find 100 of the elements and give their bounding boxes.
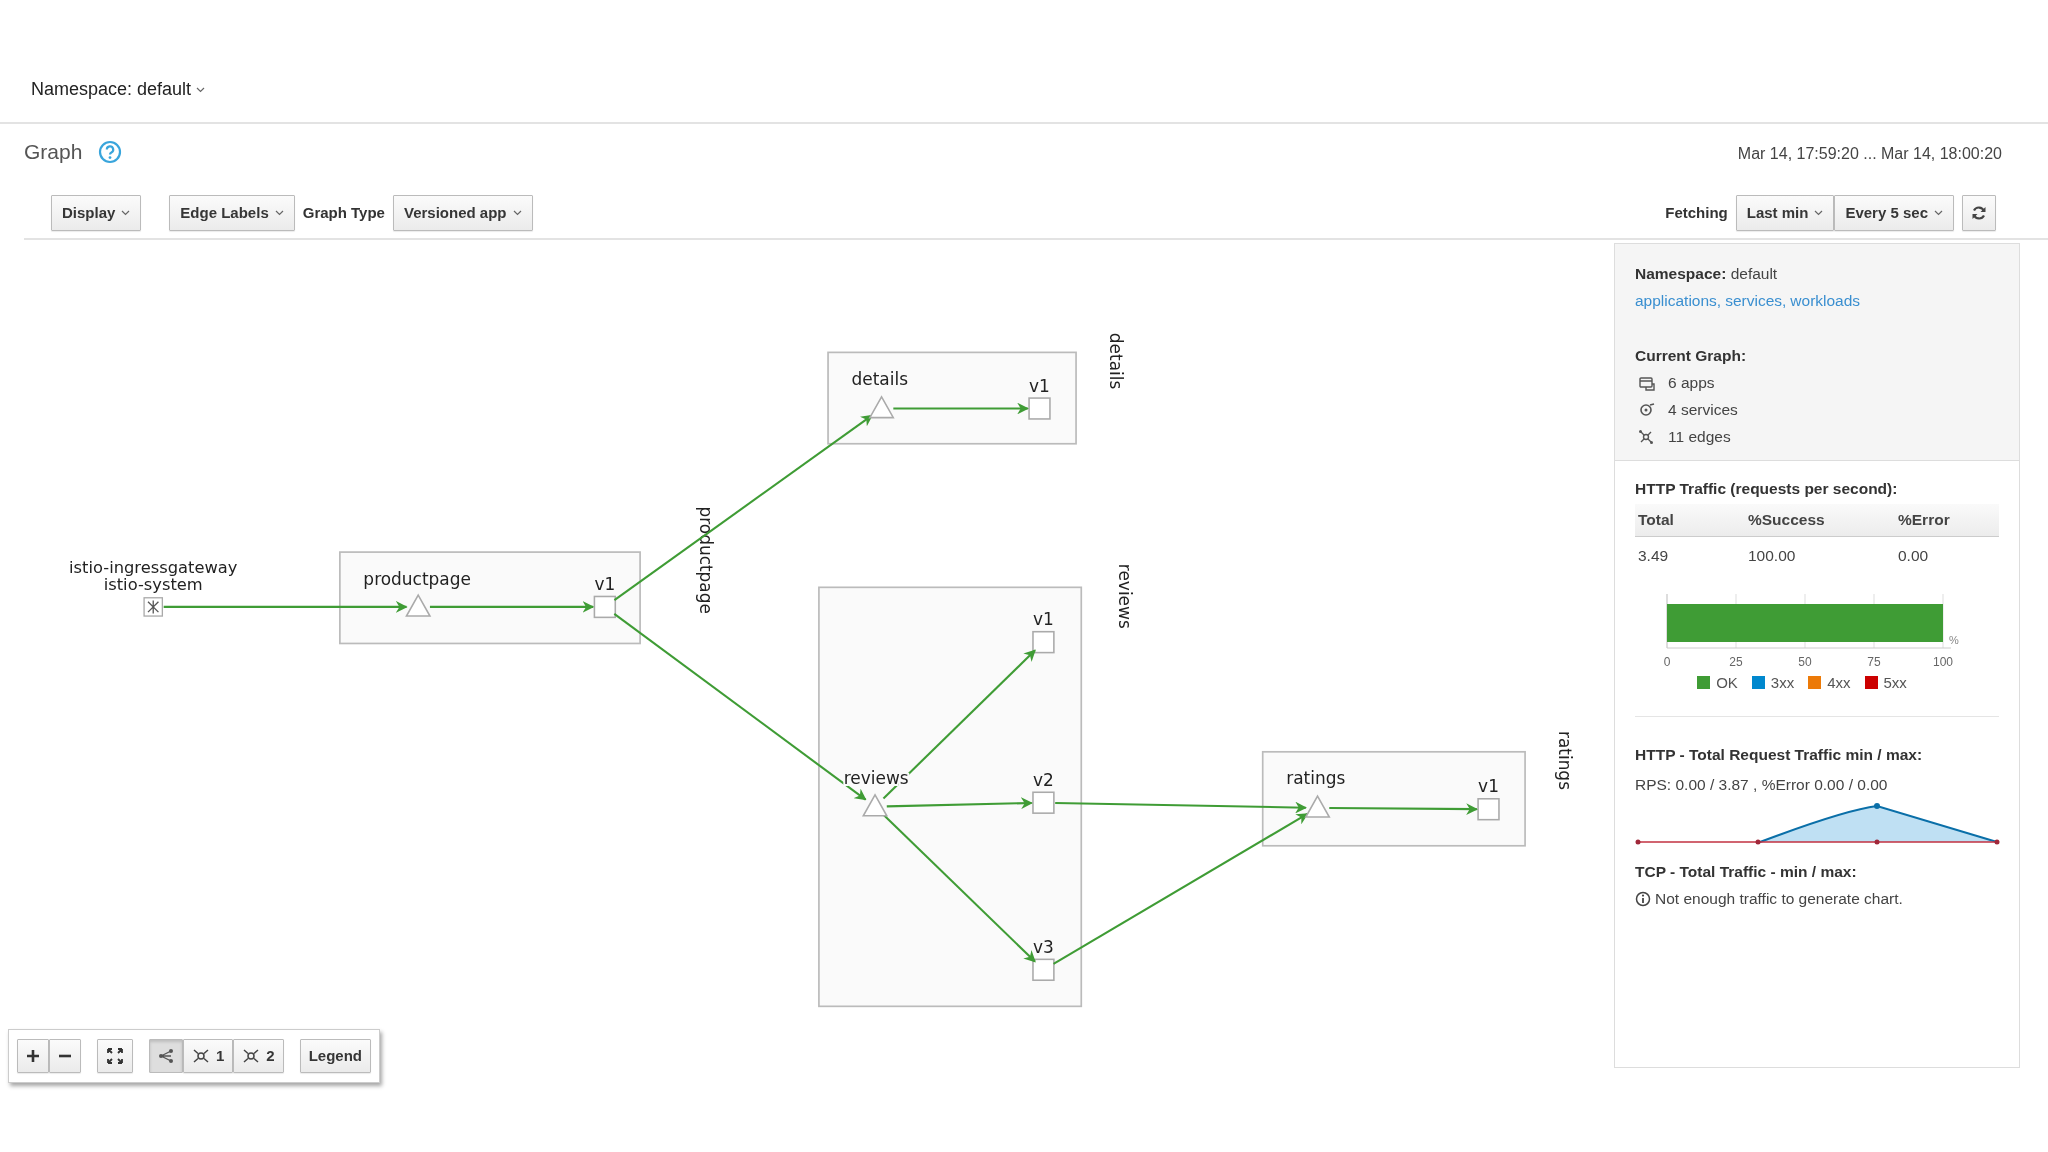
section-title: HTTP - Total Request Traffic min / max: bbox=[1635, 745, 1924, 766]
edge-arrow[interactable] bbox=[163, 601, 408, 613]
workload-node[interactable] bbox=[1477, 798, 1500, 821]
namespace-info: Namespace: default bbox=[1635, 264, 1779, 284]
edge-arrow[interactable] bbox=[1055, 801, 1307, 814]
legend-item: 3xx bbox=[1751, 671, 1795, 695]
edge-arrow[interactable] bbox=[886, 797, 1033, 810]
workload-node[interactable] bbox=[1032, 791, 1055, 814]
layout-button[interactable]: 1 bbox=[183, 1039, 234, 1073]
caret-icon bbox=[196, 86, 206, 93]
caret-icon bbox=[1814, 210, 1824, 216]
layout-button[interactable] bbox=[149, 1039, 183, 1073]
workload-node[interactable] bbox=[1032, 630, 1055, 654]
version-label: v1 bbox=[1033, 609, 1054, 630]
app-node[interactable] bbox=[405, 593, 432, 617]
section-title: Current Graph: bbox=[1635, 346, 1748, 366]
fit-icon bbox=[106, 1047, 124, 1065]
edge-arrow[interactable] bbox=[1329, 803, 1478, 815]
gateway-name: istio-ingressgateway bbox=[69, 558, 238, 577]
caret-icon bbox=[274, 210, 284, 216]
edge-arrow[interactable] bbox=[893, 402, 1029, 415]
gateway-node[interactable] bbox=[143, 597, 163, 617]
legend-button[interactable]: Legend bbox=[299, 1039, 372, 1073]
caret-icon bbox=[512, 210, 522, 216]
time-range: Mar 14, 17:59:20 ... Mar 14, 18:00:20 bbox=[1737, 144, 2002, 164]
table-cell-text: 3.49 bbox=[1637, 545, 1670, 566]
app-box[interactable] bbox=[827, 351, 1077, 445]
duration-dropdown[interactable]: Last min bbox=[1735, 195, 1835, 231]
app-label: details bbox=[851, 369, 909, 389]
app-box[interactable] bbox=[1261, 750, 1526, 847]
help-icon[interactable] bbox=[98, 139, 123, 164]
tick-label: 100 bbox=[1933, 654, 1953, 669]
app-box[interactable] bbox=[339, 551, 641, 645]
app-box[interactable] bbox=[818, 586, 1083, 1008]
graph-type-label: Graph Type bbox=[302, 202, 385, 223]
caret-icon bbox=[121, 210, 131, 216]
table-cell-text: 100.00 bbox=[1747, 545, 1797, 566]
dropdown-button[interactable]: Edge Labels bbox=[169, 195, 295, 231]
namespace-dropdown[interactable]: Namespace: default bbox=[31, 76, 206, 103]
refresh-icon bbox=[1971, 205, 1987, 221]
fetching-label: Fetching bbox=[1665, 202, 1728, 223]
workload-node[interactable] bbox=[1032, 958, 1055, 981]
network-icon bbox=[192, 1048, 210, 1064]
legend-item: OK bbox=[1697, 671, 1738, 695]
zoom-out-button[interactable] bbox=[49, 1039, 81, 1073]
legend-swatch bbox=[1751, 675, 1765, 689]
zoom-in-button[interactable] bbox=[17, 1039, 49, 1073]
legend-swatch bbox=[1808, 675, 1822, 689]
services-icon bbox=[1638, 401, 1656, 418]
refresh-interval-dropdown[interactable]: Every 5 sec bbox=[1834, 195, 1954, 231]
fit-button[interactable] bbox=[97, 1039, 133, 1073]
axis-label: % bbox=[1949, 633, 1959, 646]
page-title: Graph bbox=[24, 139, 83, 165]
version-label: v1 bbox=[1478, 776, 1499, 797]
box-label: ratings bbox=[1555, 730, 1575, 790]
tick-label: 75 bbox=[1867, 654, 1881, 669]
caret-icon bbox=[1934, 210, 1943, 216]
refresh-button[interactable] bbox=[1962, 195, 1996, 231]
layout-button[interactable]: 2 bbox=[233, 1039, 284, 1073]
network-icon bbox=[242, 1048, 261, 1064]
table-cell-text: 0.00 bbox=[1897, 545, 1930, 566]
box-label: reviews bbox=[1115, 563, 1136, 629]
app-label: ratings bbox=[1286, 768, 1346, 789]
edge-arrow[interactable] bbox=[429, 601, 595, 613]
tick-label: 50 bbox=[1798, 654, 1812, 669]
version-label: v3 bbox=[1033, 936, 1054, 957]
version-label: v1 bbox=[1029, 375, 1050, 396]
info-message: Not enough traffic to generate chart. bbox=[1655, 889, 1903, 909]
graph-count: 4 services bbox=[1668, 400, 1738, 420]
edge-arrow[interactable] bbox=[1053, 813, 1309, 965]
dropdown-button[interactable]: Versioned app bbox=[392, 195, 533, 231]
tick-label: 25 bbox=[1729, 654, 1743, 669]
info-icon bbox=[1635, 890, 1651, 907]
app-node[interactable] bbox=[868, 395, 895, 419]
traffic-summary: RPS: 0.00 / 3.87 , %Error 0.00 / 0.00 bbox=[1635, 774, 1889, 795]
version-label: v1 bbox=[594, 573, 616, 594]
version-label: v2 bbox=[1033, 769, 1054, 790]
topology-icon bbox=[1638, 428, 1656, 445]
workload-node[interactable] bbox=[593, 595, 617, 619]
graph-count: 11 edges bbox=[1668, 427, 1731, 447]
plus-icon bbox=[26, 1049, 40, 1063]
legend-swatch bbox=[1697, 675, 1711, 689]
graph-count: 6 apps bbox=[1668, 373, 1715, 393]
hierarchy-icon bbox=[158, 1048, 174, 1064]
box-label: details bbox=[1106, 332, 1126, 390]
column-header: %Success bbox=[1747, 510, 1826, 531]
legend-swatch bbox=[1864, 675, 1878, 689]
column-header: %Error bbox=[1897, 510, 1951, 531]
section-title: TCP - Total Traffic - min / max: bbox=[1635, 861, 1858, 882]
app-label: productpage bbox=[363, 568, 471, 589]
tick-label: 0 bbox=[1663, 654, 1671, 669]
box-label: productpage bbox=[696, 506, 717, 614]
workload-node[interactable] bbox=[1028, 397, 1051, 420]
legend-item: 4xx bbox=[1808, 671, 1851, 695]
app-node[interactable] bbox=[861, 793, 889, 817]
app-node[interactable] bbox=[1304, 794, 1331, 818]
column-header: Total bbox=[1637, 510, 1675, 531]
dropdown-button[interactable]: Display bbox=[51, 195, 142, 231]
section-title: HTTP Traffic (requests per second): bbox=[1635, 479, 1899, 499]
apps-icon bbox=[1638, 374, 1656, 391]
